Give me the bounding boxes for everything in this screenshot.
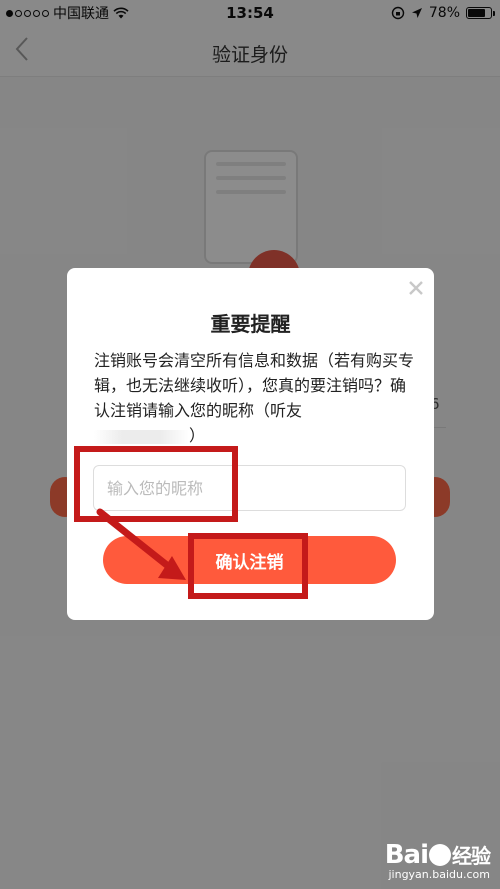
baidu-logo: Bai 经验 (384, 840, 491, 870)
baidu-logo-suffix: 经验 (452, 844, 491, 868)
baidu-url: jingyan.baidu.com (388, 868, 490, 881)
baidu-logo-prefix: Bai (384, 840, 429, 870)
paw-icon (429, 844, 451, 866)
baidu-watermark: Bai 经验 jingyan.baidu.com (384, 840, 491, 881)
annotation-arrow-icon (96, 508, 186, 580)
